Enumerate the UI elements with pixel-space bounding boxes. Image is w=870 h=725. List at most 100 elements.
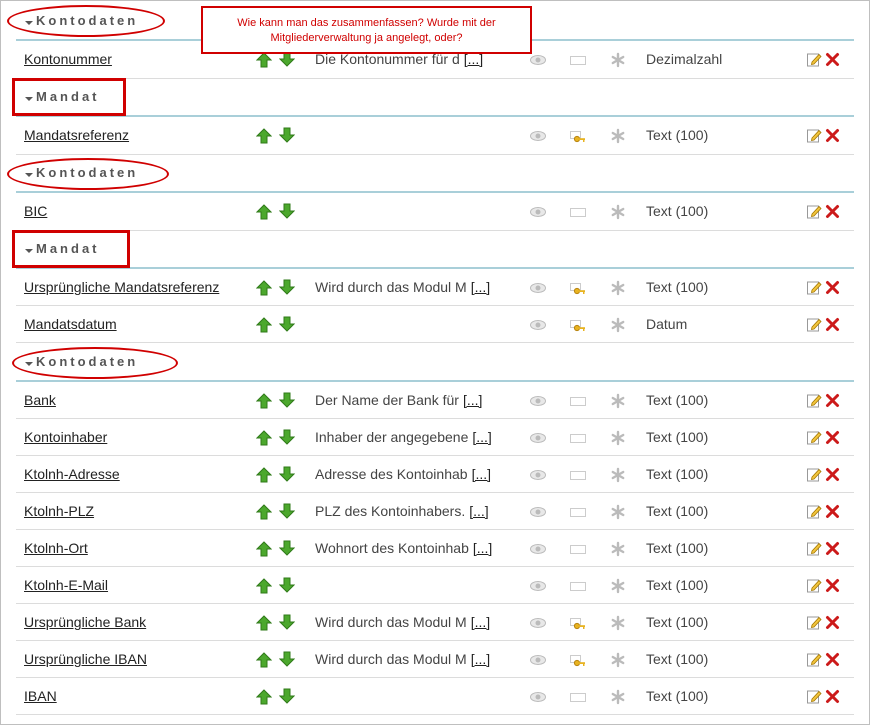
pencil-icon[interactable]: [807, 504, 822, 519]
description-text: PLZ des Kontoinhabers.: [315, 503, 466, 519]
pencil-icon[interactable]: [807, 52, 822, 67]
delete-x-icon[interactable]: [825, 393, 840, 408]
field-type: Datum: [646, 316, 688, 332]
description-text: Wird durch das Modul M: [315, 279, 467, 295]
arrow-up-icon[interactable]: [256, 393, 272, 409]
pencil-icon[interactable]: [807, 689, 822, 704]
asterisk-icon: [611, 578, 625, 594]
arrow-up-icon[interactable]: [256, 652, 272, 668]
pencil-icon[interactable]: [807, 652, 822, 667]
field-name-link[interactable]: Ktolnh-PLZ: [24, 503, 94, 519]
arrow-up-icon[interactable]: [256, 204, 272, 220]
arrow-down-icon[interactable]: [279, 651, 295, 667]
more-link[interactable]: [...]: [473, 540, 492, 556]
field-type: Text (100): [646, 279, 709, 295]
arrow-up-icon[interactable]: [256, 504, 272, 520]
arrow-down-icon[interactable]: [279, 688, 295, 704]
arrow-up-icon[interactable]: [256, 128, 272, 144]
arrow-up-icon[interactable]: [256, 317, 272, 333]
arrow-up-icon[interactable]: [256, 541, 272, 557]
eye-icon: [530, 507, 546, 517]
field-name-link[interactable]: Mandatsreferenz: [24, 127, 129, 143]
pencil-icon[interactable]: [807, 204, 822, 219]
delete-x-icon[interactable]: [825, 317, 840, 332]
field-name-link[interactable]: BIC: [24, 203, 47, 219]
delete-x-icon[interactable]: [825, 280, 840, 295]
arrow-down-icon[interactable]: [279, 503, 295, 519]
description-text: Inhaber der angegebene: [315, 429, 469, 445]
arrow-down-icon[interactable]: [279, 316, 295, 332]
more-link[interactable]: [...]: [472, 466, 491, 482]
arrow-up-icon[interactable]: [256, 52, 272, 68]
more-link[interactable]: [...]: [469, 503, 488, 519]
delete-x-icon[interactable]: [825, 689, 840, 704]
arrow-down-icon[interactable]: [279, 203, 295, 219]
pencil-icon[interactable]: [807, 430, 822, 445]
eye-icon: [530, 396, 546, 406]
delete-x-icon[interactable]: [825, 467, 840, 482]
field-name-link[interactable]: Ursprüngliche Bank: [24, 614, 146, 630]
arrow-down-icon[interactable]: [279, 466, 295, 482]
eye-icon: [530, 655, 546, 665]
key-icon: [570, 320, 585, 332]
arrow-down-icon[interactable]: [279, 540, 295, 556]
asterisk-icon: [611, 280, 625, 296]
field-name-link[interactable]: IBAN: [24, 688, 57, 704]
arrow-up-icon[interactable]: [256, 689, 272, 705]
more-link[interactable]: [...]: [472, 429, 491, 445]
field-name-link[interactable]: Bank: [24, 392, 56, 408]
annotation-note: Wie kann man das zusammenfassen? Wurde m…: [201, 6, 532, 54]
arrow-down-icon[interactable]: [279, 614, 295, 630]
field-name-link[interactable]: Mandatsdatum: [24, 316, 117, 332]
delete-x-icon[interactable]: [825, 541, 840, 556]
delete-x-icon[interactable]: [825, 652, 840, 667]
delete-x-icon[interactable]: [825, 430, 840, 445]
field-type: Text (100): [646, 429, 709, 445]
pencil-icon[interactable]: [807, 467, 822, 482]
more-link[interactable]: [...]: [471, 651, 490, 667]
arrow-up-icon[interactable]: [256, 615, 272, 631]
arrow-down-icon[interactable]: [279, 429, 295, 445]
field-name-link[interactable]: Ktolnh-Ort: [24, 540, 88, 556]
field-name-link[interactable]: Kontoinhaber: [24, 429, 107, 445]
more-link[interactable]: [...]: [463, 392, 482, 408]
arrow-down-icon[interactable]: [279, 577, 295, 593]
arrow-down-icon[interactable]: [279, 127, 295, 143]
field-description: Wird durch das Modul M [...]: [315, 614, 490, 630]
field-name-link[interactable]: Ursprüngliche Mandatsreferenz: [24, 279, 219, 295]
delete-x-icon[interactable]: [825, 504, 840, 519]
pencil-icon[interactable]: [807, 393, 822, 408]
pencil-icon[interactable]: [807, 280, 822, 295]
field-name-link[interactable]: Ktolnh-Adresse: [24, 466, 120, 482]
arrow-down-icon[interactable]: [279, 279, 295, 295]
key-icon: [570, 131, 585, 143]
field-type: Dezimalzahl: [646, 51, 723, 67]
arrow-down-icon[interactable]: [279, 392, 295, 408]
field-name-link[interactable]: Ktolnh-E-Mail: [24, 577, 108, 593]
pencil-icon[interactable]: [807, 615, 822, 630]
eye-icon: [530, 544, 546, 554]
more-link[interactable]: [...]: [471, 279, 490, 295]
delete-x-icon[interactable]: [825, 204, 840, 219]
arrow-up-icon[interactable]: [256, 430, 272, 446]
field-type: Text (100): [646, 651, 709, 667]
pencil-icon[interactable]: [807, 578, 822, 593]
more-link[interactable]: [...]: [471, 614, 490, 630]
delete-x-icon[interactable]: [825, 615, 840, 630]
delete-x-icon[interactable]: [825, 52, 840, 67]
field-type: Text (100): [646, 503, 709, 519]
pencil-icon[interactable]: [807, 541, 822, 556]
field-description: Inhaber der angegebene [...]: [315, 429, 492, 445]
delete-x-icon[interactable]: [825, 578, 840, 593]
arrow-up-icon[interactable]: [256, 280, 272, 296]
arrow-up-icon[interactable]: [256, 467, 272, 483]
pencil-icon[interactable]: [807, 317, 822, 332]
delete-x-icon[interactable]: [825, 128, 840, 143]
asterisk-icon: [611, 615, 625, 631]
pencil-icon[interactable]: [807, 128, 822, 143]
field-row: BIC Text (100): [16, 193, 854, 231]
field-name-link[interactable]: Ursprüngliche IBAN: [24, 651, 147, 667]
field-row: Ktolnh-Adresse Adresse des Kontoinhab [...…: [16, 456, 854, 493]
arrow-up-icon[interactable]: [256, 578, 272, 594]
field-name-link[interactable]: Kontonummer: [24, 51, 112, 67]
